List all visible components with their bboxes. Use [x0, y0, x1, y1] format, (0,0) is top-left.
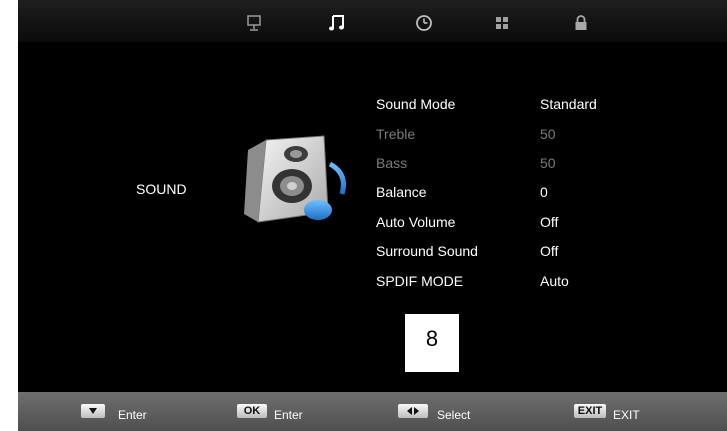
sound-menu-panel: SOUND Sound Mode Standard Treble 50 Bass…	[18, 42, 727, 392]
hint-select: Select	[437, 408, 471, 422]
hint-ok-enter: Enter	[274, 408, 303, 422]
speaker-music-icon	[244, 135, 346, 223]
ok-key-icon: OK	[237, 404, 267, 418]
exit-key-icon: EXIT	[574, 404, 606, 418]
menu-value-balance: 0	[540, 184, 548, 200]
lock-icon[interactable]	[571, 13, 591, 33]
menu-label-bass: Bass	[376, 155, 408, 171]
menu-value-auto-volume: Off	[540, 214, 559, 230]
menu-value-spdif-mode: Auto	[540, 273, 569, 289]
menu-value-surround-sound: Off	[540, 243, 559, 259]
menu-label-treble: Treble	[376, 126, 416, 142]
left-right-arrow-key-icon	[398, 404, 428, 418]
music-note-icon[interactable]	[327, 13, 347, 33]
grid-icon[interactable]	[492, 13, 512, 33]
top-menu-bar	[18, 0, 727, 42]
menu-label-surround-sound: Surround Sound	[376, 243, 478, 259]
menu-label-spdif-mode: SPDIF MODE	[376, 273, 464, 289]
menu-label-sound-mode: Sound Mode	[376, 96, 456, 112]
tv-osd-screen: SOUND Sound Mode Standard Treble 50 Bass…	[18, 0, 727, 431]
hint-down-enter: Enter	[118, 408, 147, 422]
number-box: 8	[405, 314, 459, 372]
menu-value-bass: 50	[540, 155, 556, 171]
category-label: SOUND	[136, 181, 187, 197]
menu-label-balance: Balance	[376, 184, 427, 200]
down-arrow-key-icon	[81, 404, 105, 418]
hint-exit: EXIT	[613, 408, 640, 422]
clock-icon[interactable]	[414, 13, 434, 33]
menu-value-treble: 50	[540, 126, 556, 142]
monitor-icon[interactable]	[244, 13, 264, 33]
menu-label-auto-volume: Auto Volume	[376, 214, 456, 230]
menu-value-sound-mode: Standard	[540, 96, 597, 112]
bottom-hint-bar: Enter OK Enter Select EXIT EXIT	[18, 392, 727, 431]
